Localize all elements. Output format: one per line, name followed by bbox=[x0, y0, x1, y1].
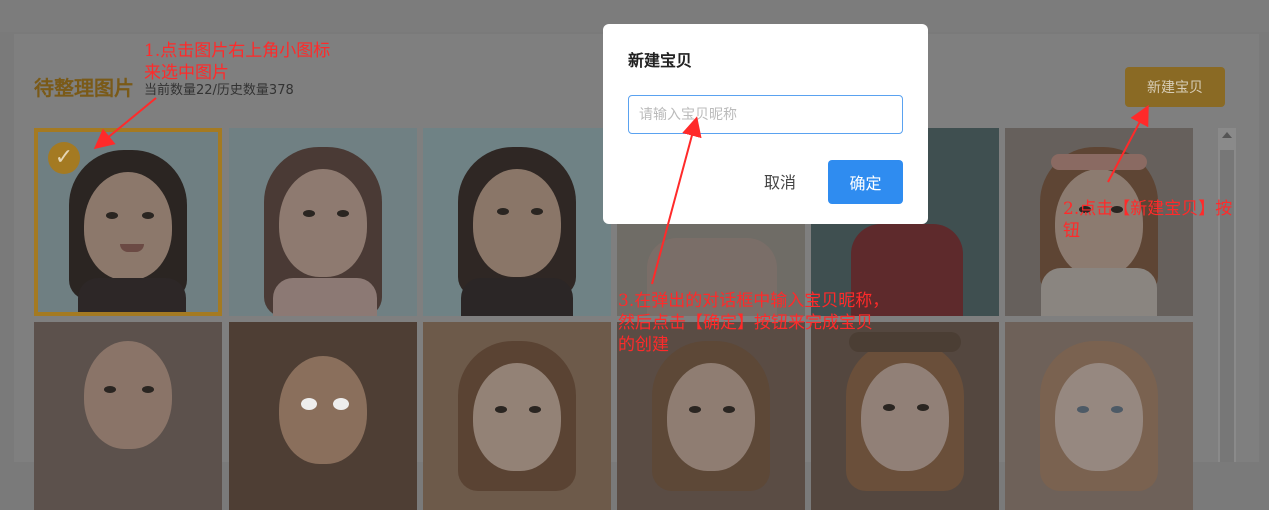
cancel-button[interactable]: 取消 bbox=[749, 161, 811, 201]
confirm-button[interactable]: 确定 bbox=[828, 160, 903, 204]
annotation-line: 钮 bbox=[1063, 221, 1080, 241]
photo-image bbox=[229, 128, 417, 316]
annotation-step3: 3.在弹出的对话框中输入宝贝昵称， 然后点击【确定】按钮来完成宝贝 的创建 bbox=[618, 290, 889, 356]
photo-image bbox=[229, 322, 417, 510]
annotation-step2: 2.点击【新建宝贝】按 钮 bbox=[1063, 198, 1232, 242]
caret-up-icon[interactable] bbox=[1222, 132, 1232, 138]
scrollbar[interactable] bbox=[1218, 128, 1236, 462]
annotation-line: 然后点击【确定】按钮来完成宝贝 bbox=[618, 313, 873, 333]
annotation-step1: 1.点击图片右上角小图标 来选中图片 bbox=[144, 40, 330, 84]
scroll-thumb[interactable] bbox=[1220, 150, 1234, 462]
photo-tile[interactable]: ✓ bbox=[34, 128, 222, 316]
photo-tile[interactable] bbox=[1005, 322, 1193, 510]
photo-tile[interactable] bbox=[34, 322, 222, 510]
photo-tile[interactable] bbox=[229, 322, 417, 510]
check-icon[interactable]: ✓ bbox=[48, 142, 80, 174]
dialog-title: 新建宝贝 bbox=[628, 53, 693, 70]
annotation-line: 来选中图片 bbox=[144, 63, 229, 83]
annotation-line: 的创建 bbox=[618, 335, 669, 355]
new-baby-button[interactable]: 新建宝贝 bbox=[1125, 67, 1225, 107]
annotation-line: 1.点击图片右上角小图标 bbox=[144, 41, 331, 61]
photo-tile[interactable] bbox=[423, 128, 611, 316]
annotation-line: 3.在弹出的对话框中输入宝贝昵称， bbox=[618, 291, 890, 311]
baby-nickname-input[interactable] bbox=[628, 95, 903, 134]
photo-tile[interactable] bbox=[229, 128, 417, 316]
annotation-line: 2.点击【新建宝贝】按 bbox=[1063, 199, 1233, 219]
photo-image bbox=[1005, 322, 1193, 510]
photo-image bbox=[423, 128, 611, 316]
photo-tile[interactable] bbox=[423, 322, 611, 510]
photo-image bbox=[34, 322, 222, 510]
photo-image bbox=[423, 322, 611, 510]
new-baby-dialog: 新建宝贝 取消 确定 bbox=[603, 24, 928, 224]
page-title: 待整理图片 bbox=[34, 78, 134, 100]
